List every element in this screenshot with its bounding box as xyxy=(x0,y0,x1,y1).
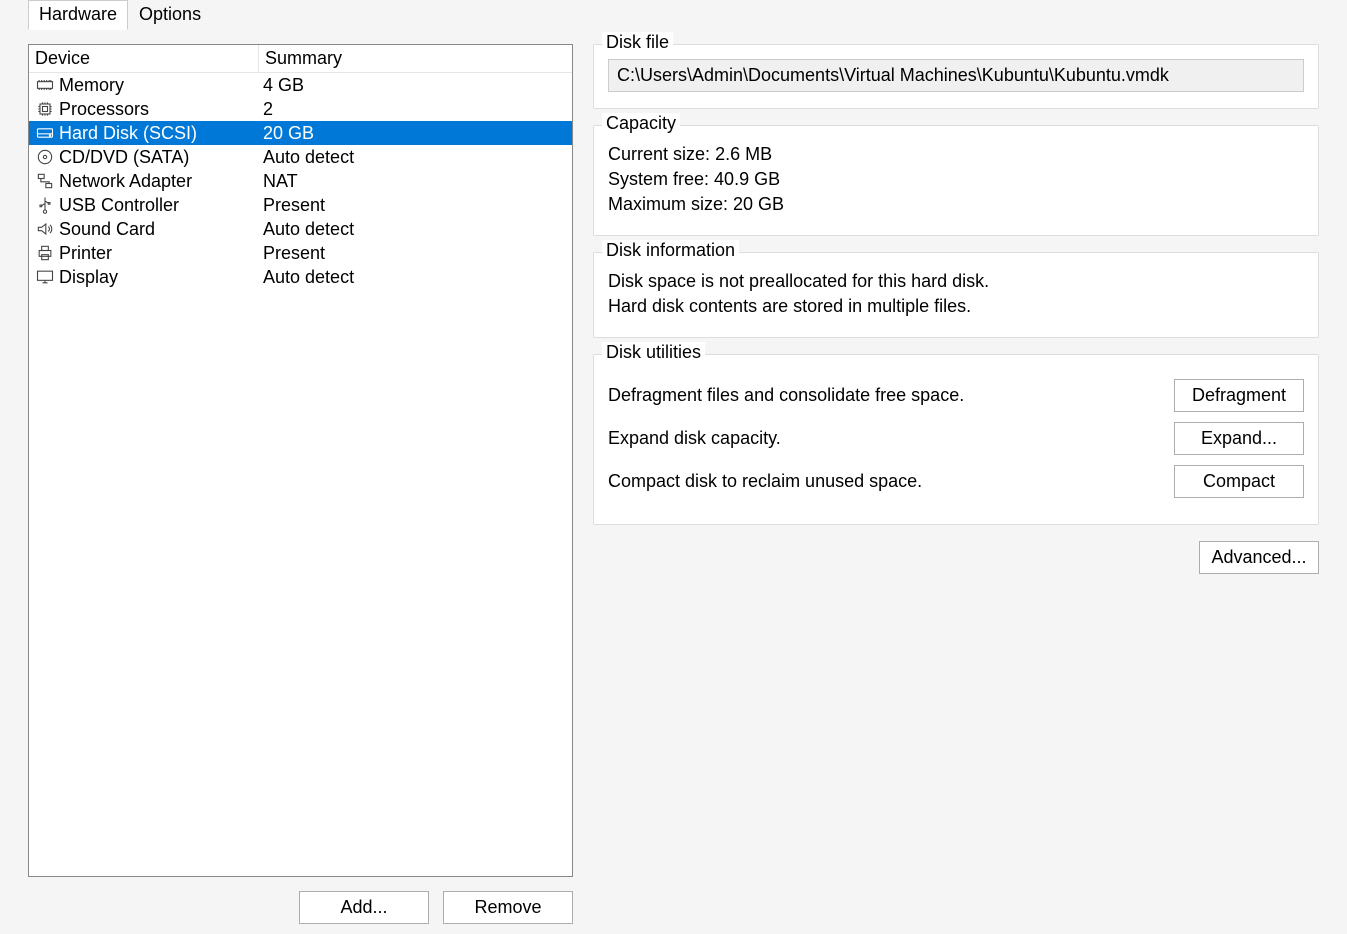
capacity-current: Current size: 2.6 MB xyxy=(608,144,1304,165)
disk-utils-group: Disk utilities Defragment files and cons… xyxy=(593,354,1319,525)
sound-icon xyxy=(33,218,57,240)
disk-info-line2: Hard disk contents are stored in multipl… xyxy=(608,296,1304,317)
header-device[interactable]: Device xyxy=(29,45,259,72)
device-name: Printer xyxy=(59,243,112,264)
expand-button[interactable]: Expand... xyxy=(1174,422,1304,455)
disc-icon xyxy=(33,146,57,168)
capacity-max: Maximum size: 20 GB xyxy=(608,194,1304,215)
device-row-cddvd[interactable]: CD/DVD (SATA) Auto detect xyxy=(29,145,572,169)
util-row-compact: Compact disk to reclaim unused space. Co… xyxy=(608,465,1304,498)
device-row-sound[interactable]: Sound Card Auto detect xyxy=(29,217,572,241)
usb-icon xyxy=(33,194,57,216)
left-panel: Device Summary Memory 4 GB Processors 2 xyxy=(28,30,573,924)
capacity-max-label: Maximum size: xyxy=(608,194,728,214)
advanced-button[interactable]: Advanced... xyxy=(1199,541,1319,574)
util-row-defrag: Defragment files and consolidate free sp… xyxy=(608,379,1304,412)
defrag-text: Defragment files and consolidate free sp… xyxy=(608,385,964,406)
device-row-printer[interactable]: Printer Present xyxy=(29,241,572,265)
capacity-title: Capacity xyxy=(602,113,680,134)
device-summary: 2 xyxy=(259,99,572,120)
display-icon xyxy=(33,266,57,288)
add-button[interactable]: Add... xyxy=(299,891,429,924)
left-button-row: Add... Remove xyxy=(28,877,573,924)
device-row-memory[interactable]: Memory 4 GB xyxy=(29,73,572,97)
right-panel: Disk file Capacity Current size: 2.6 MB … xyxy=(593,30,1319,924)
disk-info-title: Disk information xyxy=(602,240,739,261)
disk-info-group: Disk information Disk space is not preal… xyxy=(593,252,1319,338)
network-icon xyxy=(33,170,57,192)
device-row-processors[interactable]: Processors 2 xyxy=(29,97,572,121)
compact-button[interactable]: Compact xyxy=(1174,465,1304,498)
capacity-current-label: Current size: xyxy=(608,144,710,164)
disk-file-title: Disk file xyxy=(602,32,673,53)
device-summary: 4 GB xyxy=(259,75,572,96)
header-summary[interactable]: Summary xyxy=(259,45,572,72)
capacity-free: System free: 40.9 GB xyxy=(608,169,1304,190)
device-summary: Auto detect xyxy=(259,267,572,288)
defragment-button[interactable]: Defragment xyxy=(1174,379,1304,412)
disk-utils-title: Disk utilities xyxy=(602,342,705,363)
util-row-expand: Expand disk capacity. Expand... xyxy=(608,422,1304,455)
capacity-current-value: 2.6 MB xyxy=(715,144,772,164)
capacity-free-label: System free: xyxy=(608,169,709,189)
device-name: Network Adapter xyxy=(59,171,192,192)
device-name: Display xyxy=(59,267,118,288)
device-table-header: Device Summary xyxy=(29,45,572,73)
device-name: Memory xyxy=(59,75,124,96)
device-row-harddisk[interactable]: Hard Disk (SCSI) 20 GB xyxy=(29,121,572,145)
device-summary: Auto detect xyxy=(259,219,572,240)
tab-hardware[interactable]: Hardware xyxy=(28,0,128,30)
device-summary: 20 GB xyxy=(259,123,572,144)
expand-text: Expand disk capacity. xyxy=(608,428,781,449)
capacity-free-value: 40.9 GB xyxy=(714,169,780,189)
device-name: USB Controller xyxy=(59,195,179,216)
harddisk-icon xyxy=(33,122,57,144)
device-name: Hard Disk (SCSI) xyxy=(59,123,197,144)
remove-button[interactable]: Remove xyxy=(443,891,573,924)
disk-file-path[interactable] xyxy=(608,59,1304,92)
memory-icon xyxy=(33,74,57,96)
device-row-display[interactable]: Display Auto detect xyxy=(29,265,572,289)
device-name: Sound Card xyxy=(59,219,155,240)
printer-icon xyxy=(33,242,57,264)
device-summary: NAT xyxy=(259,171,572,192)
device-row-usb[interactable]: USB Controller Present xyxy=(29,193,572,217)
device-name: CD/DVD (SATA) xyxy=(59,147,189,168)
device-name: Processors xyxy=(59,99,149,120)
tab-options[interactable]: Options xyxy=(128,0,212,30)
disk-file-group: Disk file xyxy=(593,44,1319,109)
device-summary: Auto detect xyxy=(259,147,572,168)
device-summary: Present xyxy=(259,243,572,264)
tabs-bar: Hardware Options xyxy=(0,0,1347,30)
advanced-row: Advanced... xyxy=(593,541,1319,574)
disk-info-line1: Disk space is not preallocated for this … xyxy=(608,271,1304,292)
compact-text: Compact disk to reclaim unused space. xyxy=(608,471,922,492)
device-table: Device Summary Memory 4 GB Processors 2 xyxy=(28,44,573,877)
capacity-group: Capacity Current size: 2.6 MB System fre… xyxy=(593,125,1319,236)
device-row-network[interactable]: Network Adapter NAT xyxy=(29,169,572,193)
capacity-max-value: 20 GB xyxy=(733,194,784,214)
cpu-icon xyxy=(33,98,57,120)
content-area: Device Summary Memory 4 GB Processors 2 xyxy=(0,30,1347,924)
device-summary: Present xyxy=(259,195,572,216)
